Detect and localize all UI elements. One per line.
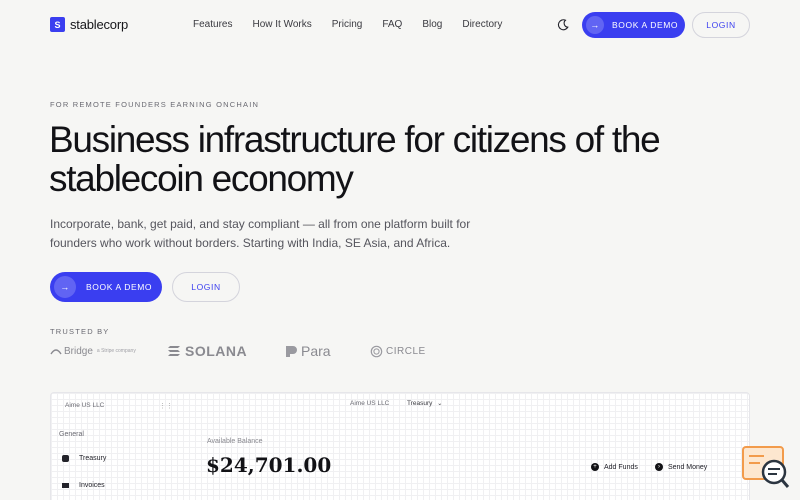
nav-link-how-it-works[interactable]: How It Works: [252, 19, 311, 30]
nav-link-directory[interactable]: Directory: [462, 19, 502, 30]
solana-name: SOLANA: [185, 343, 248, 359]
hero-headline: Business infrastructure for citizens of …: [49, 119, 661, 199]
nav-link-blog[interactable]: Blog: [422, 19, 442, 30]
preview-section-label: General: [59, 431, 84, 438]
bridge-name: Bridge: [64, 345, 93, 357]
plus-icon: +: [591, 463, 599, 471]
logo-mark: S: [50, 17, 65, 32]
preview-nav-invoices-label: Invoices: [79, 482, 105, 489]
para-name: Para: [301, 343, 331, 359]
para-icon: [286, 345, 297, 357]
hero-book-demo-button[interactable]: → BOOK A DEMO: [50, 272, 162, 302]
arrow-right-icon: →: [586, 16, 604, 34]
preview-nav-invoices[interactable]: Invoices: [62, 482, 105, 489]
para-logo: Para: [285, 340, 331, 362]
add-funds-label: Add Funds: [604, 463, 638, 471]
nav-link-faq[interactable]: FAQ: [382, 19, 402, 30]
nav-links: Features How It Works Pricing FAQ Blog D…: [193, 19, 502, 30]
logo[interactable]: S stablecorp: [50, 17, 128, 32]
preview-nav-treasury[interactable]: Treasury: [62, 455, 106, 462]
nav-link-pricing[interactable]: Pricing: [332, 19, 363, 30]
preview-nav-treasury-label: Treasury: [79, 455, 107, 462]
trusted-by-label: TRUSTED BY: [50, 327, 110, 336]
preview-treasury-label: Treasury: [407, 400, 433, 407]
add-funds-button[interactable]: + Add Funds: [591, 463, 638, 471]
bridge-logo: Bridge a Stripe company: [50, 340, 136, 362]
bridge-sub: a Stripe company: [96, 348, 136, 354]
invoices-icon: [62, 483, 69, 488]
solana-icon: [168, 346, 180, 356]
logo-text: stablecorp: [70, 17, 128, 32]
book-demo-button[interactable]: → BOOK A DEMO: [582, 12, 685, 38]
preview-top-company: Aime US LLC: [350, 400, 390, 407]
app-preview: Aime US LLC ⋮⋮ General Treasury Invoices…: [50, 392, 750, 500]
login-button[interactable]: LOGIN: [692, 12, 750, 38]
sidebar-toggle-icon[interactable]: ⋮⋮: [159, 402, 173, 410]
book-demo-label: BOOK A DEMO: [612, 20, 679, 30]
preview-sidebar: Aime US LLC ⋮⋮ General Treasury Invoices: [51, 393, 173, 500]
circle-name: CIRCLE: [386, 345, 426, 357]
moon-icon[interactable]: [556, 18, 570, 32]
balance-value: $24,701.00: [206, 453, 332, 477]
treasury-icon: [62, 455, 69, 462]
hero-login-button[interactable]: LOGIN: [172, 272, 240, 302]
top-nav: S stablecorp Features How It Works Prici…: [0, 0, 800, 50]
circle-icon: [370, 345, 383, 357]
preview-company-name: Aime US LLC: [65, 402, 105, 409]
nav-link-features[interactable]: Features: [193, 19, 232, 30]
balance-label: Available Balance: [207, 438, 263, 445]
hero-eyebrow: FOR REMOTE FOUNDERS EARNING ONCHAIN: [50, 100, 260, 109]
chevron-down-icon: ⌄: [437, 401, 443, 407]
circle-logo: CIRCLE: [370, 340, 426, 362]
bridge-icon: [50, 349, 62, 355]
send-money-button[interactable]: › Send Money: [655, 463, 707, 471]
preview-treasury-dropdown[interactable]: Treasury ⌄: [407, 400, 442, 407]
send-icon: ›: [655, 463, 663, 471]
hero-subtext: Incorporate, bank, get paid, and stay co…: [50, 217, 471, 250]
help-widget-icon[interactable]: [742, 446, 790, 490]
solana-logo: SOLANA: [167, 340, 247, 362]
send-money-label: Send Money: [668, 463, 708, 471]
arrow-right-icon: →: [54, 276, 76, 298]
hero-book-demo-label: BOOK A DEMO: [86, 282, 153, 292]
